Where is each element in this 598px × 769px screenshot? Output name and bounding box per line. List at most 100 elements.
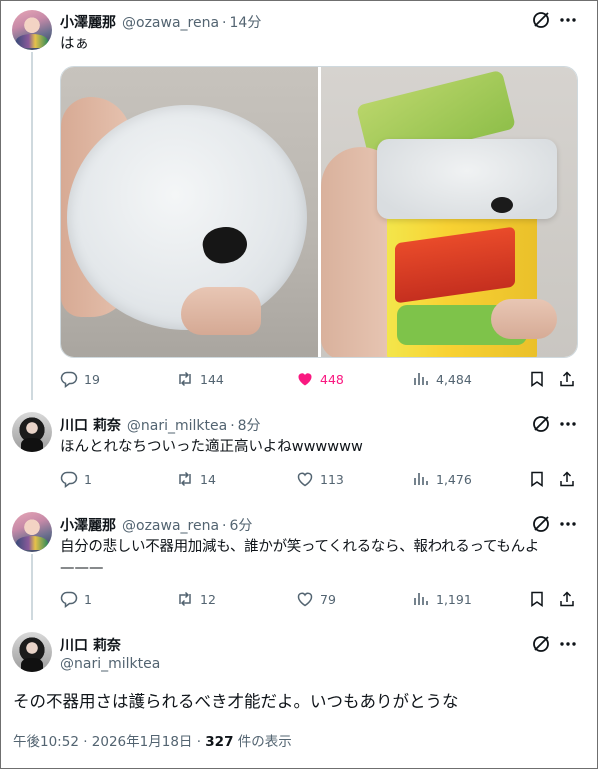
tweet-actions: 19 144 448 4,484: [60, 370, 580, 392]
views-icon: [414, 373, 428, 385]
reply-count: 1: [84, 591, 92, 607]
grok-icon[interactable]: [531, 10, 551, 30]
views-icon: [414, 473, 428, 485]
views-count: 1,476: [436, 471, 472, 487]
bookmark-icon: [531, 371, 543, 387]
avatar[interactable]: [12, 10, 52, 50]
view-label: 件の表示: [233, 734, 292, 750]
more-icon[interactable]: [558, 514, 578, 534]
main-tweet-text: その不器用さは護られるべき才能だよ。いつもありがとうな: [13, 692, 459, 711]
author-name[interactable]: 小澤麗那: [60, 515, 116, 535]
retweet-button[interactable]: 12: [176, 590, 216, 608]
bookmark-icon: [531, 471, 543, 487]
separator-dot: ·: [222, 518, 227, 534]
author-handle[interactable]: @ozawa_rena: [122, 15, 219, 31]
thumb-shape: [181, 287, 261, 335]
reply-icon: [60, 471, 78, 488]
tweet-media[interactable]: [60, 66, 578, 358]
view-count: 327: [205, 734, 234, 750]
share-button[interactable]: [558, 370, 582, 388]
heart-icon: [297, 472, 313, 487]
share-button[interactable]: [558, 470, 582, 488]
tweet-time[interactable]: 8分: [238, 415, 261, 435]
tweet-text-line: ———: [60, 560, 104, 576]
separator-dot: ·: [222, 15, 227, 31]
like-count: 448: [320, 371, 344, 387]
like-button[interactable]: 448: [296, 370, 344, 388]
bookmark-icon: [531, 591, 543, 607]
like-count: 79: [320, 591, 336, 607]
views-button[interactable]: 1,476: [412, 470, 472, 488]
views-icon: [414, 593, 428, 605]
author-name[interactable]: 川口 莉奈: [60, 635, 121, 655]
retweet-count: 12: [200, 591, 216, 607]
more-icon[interactable]: [558, 634, 578, 654]
retweet-icon: [179, 591, 191, 607]
share-icon: [560, 591, 574, 607]
avatar[interactable]: [12, 412, 52, 452]
share-button[interactable]: [558, 590, 582, 608]
bookmark-button[interactable]: [528, 590, 552, 608]
views-count: 4,484: [436, 371, 472, 387]
reply-button[interactable]: 1: [60, 470, 92, 488]
grok-icon[interactable]: [531, 414, 551, 434]
reply-count: 19: [84, 371, 100, 387]
avatar[interactable]: [12, 632, 52, 672]
avatar[interactable]: [12, 512, 52, 552]
tweet-text: 自分の悲しい不器用加減も、誰かが笑ってくれるなら、報われるってもんよ ———: [60, 537, 580, 579]
tweet-header: 小澤麗那 @ozawa_rena · 6分: [60, 515, 252, 535]
hole-shape: [491, 197, 513, 213]
tweet-text-line: 自分の悲しい不器用加減も、誰かが笑ってくれるなら、報われるってもんよ: [60, 539, 540, 555]
author-handle[interactable]: @nari_milktea: [60, 656, 160, 672]
share-icon: [560, 371, 574, 387]
like-button[interactable]: 113: [296, 470, 344, 488]
tweet-actions: 1 12 79 1,191: [60, 590, 580, 612]
heart-icon: [298, 373, 312, 386]
reply-button[interactable]: 19: [60, 370, 100, 388]
author-handle[interactable]: @ozawa_rena: [122, 518, 219, 534]
tweet-header: 川口 莉奈 @nari_milktea · 8分: [60, 415, 261, 435]
views-button[interactable]: 4,484: [412, 370, 472, 388]
photo-left[interactable]: [61, 67, 318, 357]
tweet-text: はぁ: [60, 36, 89, 52]
like-button[interactable]: 79: [296, 590, 336, 608]
thread-line: [31, 52, 33, 400]
tweet-text: ほんとれなちついった適正高いよねwwwwww: [60, 439, 363, 455]
author-name[interactable]: 川口 莉奈: [60, 415, 121, 435]
retweet-button[interactable]: 14: [176, 470, 216, 488]
reply-count: 1: [84, 471, 92, 487]
tweet-time[interactable]: 14分: [230, 12, 262, 32]
tweet-header: 小澤麗那 @ozawa_rena · 14分: [60, 12, 261, 32]
like-count: 113: [320, 471, 344, 487]
retweet-button[interactable]: 144: [176, 370, 224, 388]
reply-icon: [60, 591, 78, 608]
lid-shape: [377, 139, 557, 219]
views-count: 1,191: [436, 591, 472, 607]
author-handle[interactable]: @nari_milktea: [127, 418, 227, 434]
tweet-actions: 1 14 113 1,476: [60, 470, 580, 492]
heart-icon: [297, 592, 313, 607]
tweet-timestamp[interactable]: 午後10:52 · 2026年1月18日 ·: [13, 734, 205, 750]
tweet-time[interactable]: 6分: [230, 515, 253, 535]
tweet-handle-row: @nari_milktea: [60, 656, 160, 672]
photo-right[interactable]: [321, 67, 577, 357]
more-icon[interactable]: [558, 10, 578, 30]
grok-icon[interactable]: [531, 634, 551, 654]
retweet-icon: [179, 471, 191, 487]
share-icon: [560, 471, 574, 487]
separator-dot: ·: [230, 418, 235, 434]
retweet-count: 144: [200, 371, 224, 387]
bookmark-button[interactable]: [528, 370, 552, 388]
views-button[interactable]: 1,191: [412, 590, 472, 608]
retweet-count: 14: [200, 471, 216, 487]
author-name[interactable]: 小澤麗那: [60, 12, 116, 32]
tweet-meta: 午後10:52 · 2026年1月18日 · 327 件の表示: [13, 730, 292, 750]
more-icon[interactable]: [558, 414, 578, 434]
thread-line: [31, 554, 33, 620]
reply-button[interactable]: 1: [60, 590, 92, 608]
retweet-icon: [179, 371, 191, 387]
bookmark-button[interactable]: [528, 470, 552, 488]
tweet-header: 川口 莉奈: [60, 635, 121, 655]
grok-icon[interactable]: [531, 514, 551, 534]
reply-icon: [60, 371, 78, 388]
